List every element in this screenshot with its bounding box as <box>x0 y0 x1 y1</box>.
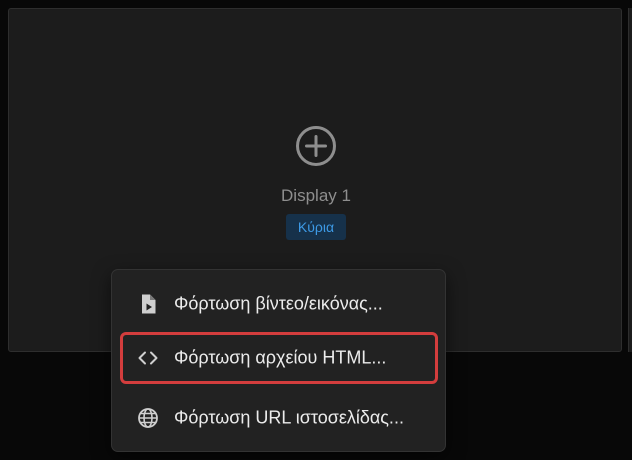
primary-display-badge: Κύρια <box>286 214 346 240</box>
menu-item-label: Φόρτωση URL ιστοσελίδας... <box>174 407 404 428</box>
menu-item-load-media[interactable]: Φόρτωση βίντεο/εικόνας... <box>120 278 438 330</box>
menu-item-label: Φόρτωση βίντεο/εικόνας... <box>174 293 383 314</box>
display-name-label: Display 1 <box>281 186 351 205</box>
globe-icon <box>138 408 158 428</box>
menu-item-load-url[interactable]: Φόρτωση URL ιστοσελίδας... <box>120 392 438 444</box>
menu-item-load-html[interactable]: Φόρτωση αρχείου HTML... <box>120 332 438 384</box>
plus-circle-icon[interactable] <box>294 124 338 168</box>
file-media-icon <box>142 294 156 314</box>
context-menu: Φόρτωση βίντεο/εικόνας... Φόρτωση αρχείο… <box>111 269 446 452</box>
code-icon <box>138 351 158 365</box>
menu-item-label: Φόρτωση αρχείου HTML... <box>174 347 387 368</box>
adjacent-display-panel-edge <box>628 8 632 352</box>
